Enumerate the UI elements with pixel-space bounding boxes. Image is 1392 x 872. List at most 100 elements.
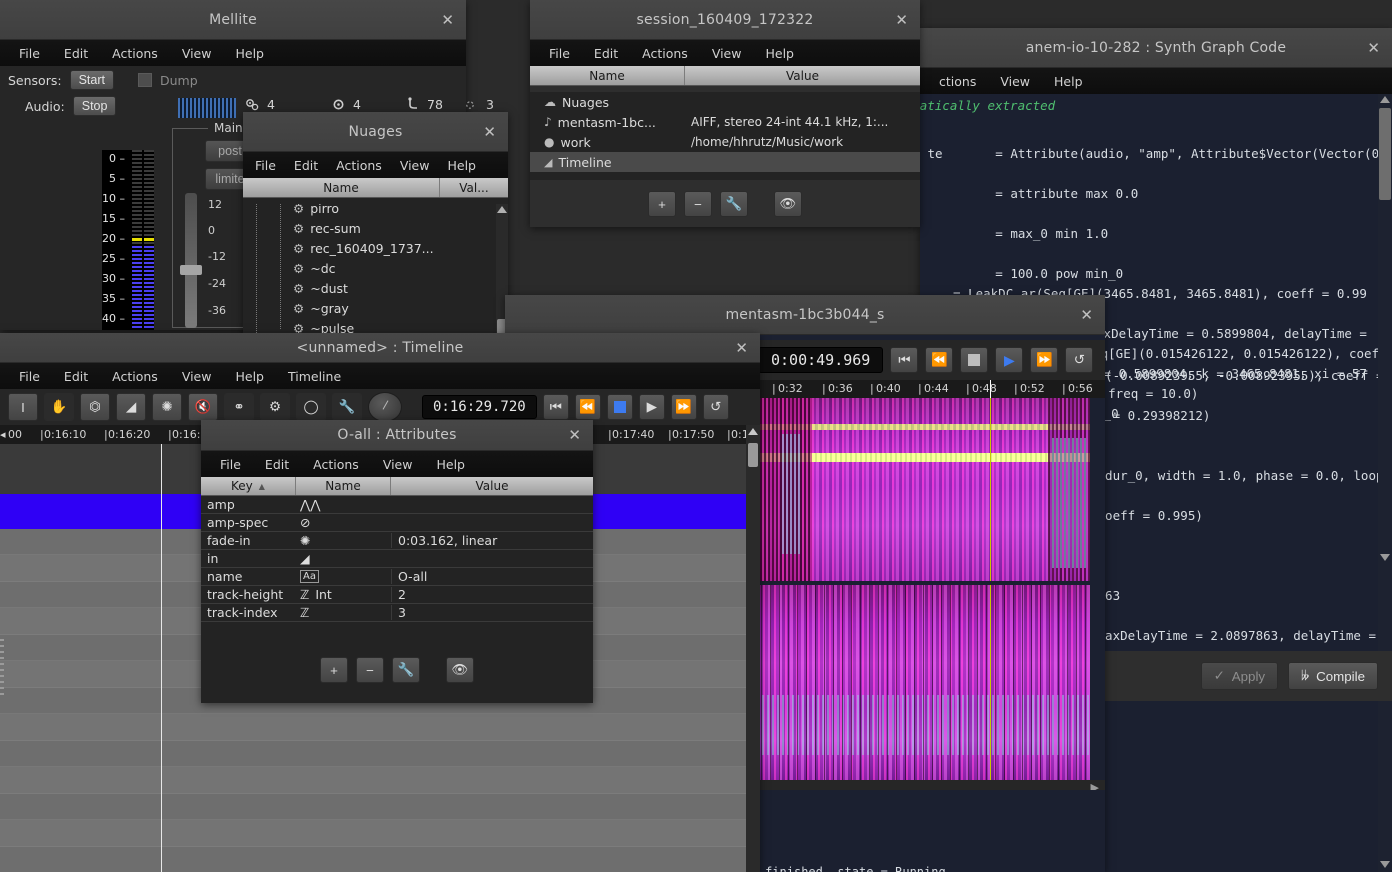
menu-actions[interactable]: Actions <box>101 366 169 387</box>
audition-icon[interactable]: ⚭ <box>224 393 254 421</box>
session-table-header[interactable]: Name Value <box>530 66 920 86</box>
menu-help[interactable]: Help <box>1043 71 1094 92</box>
scroll-thumb[interactable] <box>748 443 758 467</box>
timeline-time-display[interactable]: 0:16:29.720 <box>422 395 537 419</box>
menu-help[interactable]: Help <box>224 43 275 64</box>
table-row[interactable]: ♪ mentasm-1bc... AIFF, stereo 24-int 44.… <box>530 112 920 132</box>
loop-icon[interactable]: ↺ <box>1065 347 1094 373</box>
playhead[interactable] <box>161 444 162 872</box>
stop-icon[interactable] <box>606 394 633 420</box>
session-titlebar[interactable]: session_160409_172322 ✕ <box>530 0 920 40</box>
table-row[interactable]: amp ⋀⋀ <box>201 496 593 514</box>
scroll-down-icon[interactable] <box>1380 554 1390 561</box>
attributes-titlebar[interactable]: O-all : Attributes ✕ <box>201 420 593 451</box>
mentasm-time-display[interactable]: 0:00:49.969 <box>758 347 884 373</box>
list-item[interactable]: ⚙ pirro <box>243 204 496 218</box>
timeline-scrollbar[interactable] <box>746 425 760 872</box>
synth-titlebar[interactable]: anem-io-10-282 : Synth Graph Code ✕ <box>920 28 1392 68</box>
menu-edit[interactable]: Edit <box>53 366 99 387</box>
close-icon[interactable]: ✕ <box>1367 39 1380 57</box>
knob-icon[interactable] <box>368 392 402 422</box>
gears-icon[interactable]: ⚙ <box>260 393 290 421</box>
hand-icon[interactable]: ✋ <box>44 393 74 421</box>
nuages-table-header[interactable]: Name Val... <box>243 178 508 198</box>
ring-icon[interactable]: ◯ <box>296 393 326 421</box>
menu-help[interactable]: Help <box>224 366 275 387</box>
menu-actions[interactable]: ctions <box>928 71 987 92</box>
mute-icon[interactable]: 🔇 <box>188 393 218 421</box>
menu-actions[interactable]: Actions <box>631 43 699 64</box>
column-key[interactable]: Key ▲ <box>201 477 296 495</box>
view-button[interactable]: 👁 <box>446 657 474 683</box>
column-name[interactable]: Name <box>243 178 440 197</box>
wrench-button[interactable]: 🔧 <box>720 191 748 217</box>
table-row[interactable]: track-height ℤ Int 2 <box>201 586 593 604</box>
rewind-icon[interactable]: ⏪ <box>925 347 954 373</box>
table-row[interactable]: ☁ Nuages <box>530 92 920 112</box>
timeline-titlebar[interactable]: <unnamed> : Timeline ✕ <box>0 333 760 363</box>
menu-view[interactable]: View <box>392 155 438 176</box>
table-row[interactable]: in ◢ <box>201 550 593 568</box>
view-button[interactable]: 👁 <box>774 191 802 217</box>
dump-checkbox[interactable] <box>137 73 152 87</box>
loop-icon[interactable]: ↺ <box>702 394 729 420</box>
menu-edit[interactable]: Edit <box>53 43 99 64</box>
session-menubar[interactable]: File Edit Actions View Help <box>530 40 920 66</box>
main-fader-track[interactable] <box>180 193 202 328</box>
forward-icon[interactable]: ⏩ <box>1030 347 1059 373</box>
table-row[interactable]: name Aa O-all <box>201 568 593 586</box>
session-table-body[interactable]: ☁ Nuages ♪ mentasm-1bc... AIFF, stereo 2… <box>530 92 920 180</box>
session-window[interactable]: session_160409_172322 ✕ File Edit Action… <box>530 0 920 227</box>
close-icon[interactable]: ✕ <box>735 339 748 357</box>
menu-timeline[interactable]: Timeline <box>277 366 352 387</box>
menu-edit[interactable]: Edit <box>254 454 300 475</box>
close-icon[interactable]: ✕ <box>483 123 496 141</box>
remove-button[interactable]: − <box>684 191 712 217</box>
list-item[interactable]: ⚙ ~dc <box>243 258 496 278</box>
add-button[interactable]: + <box>320 657 348 683</box>
column-value[interactable]: Val... <box>440 178 508 197</box>
scroll-down-icon[interactable] <box>1380 861 1390 868</box>
menu-help[interactable]: Help <box>754 43 805 64</box>
compile-button[interactable]: 𝄫 Compile <box>1288 662 1378 690</box>
table-row[interactable]: track-index ℤ 3 <box>201 604 593 622</box>
log-scrollbar[interactable] <box>1378 701 1392 872</box>
crop-icon[interactable]: ⏣ <box>80 393 110 421</box>
menu-edit[interactable]: Edit <box>286 155 326 176</box>
menu-help[interactable]: Help <box>425 454 476 475</box>
fade-icon[interactable]: ◢ <box>116 393 146 421</box>
wrench-icon[interactable]: 🔧 <box>332 393 362 421</box>
scroll-up-icon[interactable] <box>748 428 758 435</box>
mellite-titlebar[interactable]: Mellite ✕ <box>0 0 466 40</box>
sensors-start-button[interactable]: Start <box>69 70 114 90</box>
menu-file[interactable]: File <box>247 155 284 176</box>
attributes-table-body[interactable]: amp ⋀⋀ amp-spec ⊘ fade-in ✺ 0:03.162, li… <box>201 496 593 622</box>
table-row[interactable]: ◢ Timeline <box>530 152 920 172</box>
nuages-titlebar[interactable]: Nuages ✕ <box>243 112 508 152</box>
table-row[interactable]: fade-in ✺ 0:03.162, linear <box>201 532 593 550</box>
wrench-button[interactable]: 🔧 <box>392 657 420 683</box>
remove-button[interactable]: − <box>356 657 384 683</box>
list-item[interactable]: ⚙ ~dust <box>243 278 496 298</box>
column-value[interactable]: Value <box>685 66 920 85</box>
menu-file[interactable]: File <box>8 43 51 64</box>
table-row[interactable]: ● work /home/hhrutz/Music/work <box>530 132 920 152</box>
spectrogram-channel-2[interactable] <box>752 585 1090 780</box>
code-scrollbar[interactable] <box>1378 94 1392 651</box>
mentasm-ruler[interactable]: | 0:32 | 0:36 | 0:40 | 0:44 | 0:48 | 0:52 | 0:5… <box>752 380 1105 398</box>
timeline-menubar[interactable]: File Edit Actions View Help Timeline <box>0 363 760 389</box>
menu-actions[interactable]: Actions <box>328 155 390 176</box>
attributes-menubar[interactable]: File Edit Actions View Help <box>201 451 593 477</box>
stop-icon[interactable] <box>960 347 989 373</box>
list-item[interactable]: ⚙ rec-sum <box>243 218 496 238</box>
scroll-up-icon[interactable] <box>1380 96 1390 103</box>
audio-stop-button[interactable]: Stop <box>72 96 117 116</box>
menu-actions[interactable]: Actions <box>101 43 169 64</box>
scroll-thumb[interactable] <box>1379 108 1391 200</box>
list-item[interactable]: ⚙ rec_160409_1737... <box>243 238 496 258</box>
menu-view[interactable]: View <box>171 366 223 387</box>
spectrogram-channel-1[interactable] <box>752 398 1090 581</box>
forward-icon[interactable]: ⏩ <box>670 394 697 420</box>
add-button[interactable]: + <box>648 191 676 217</box>
skip-start-icon[interactable]: ⏮ <box>542 394 569 420</box>
